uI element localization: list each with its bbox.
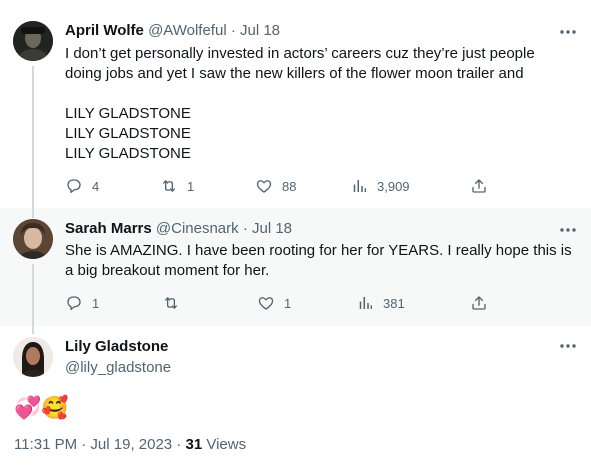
views-icon (356, 294, 374, 312)
like-icon (257, 294, 275, 312)
tweet-metadata: 11:31 PM · Jul 19, 2023 · 31 Views (14, 436, 246, 453)
reply-icon (65, 294, 83, 312)
text-line: She is AMAZING. I have been rooting for … (65, 242, 572, 259)
tweet-date[interactable]: Jul 18 (252, 220, 292, 237)
text-line: LILY GLADSTONE (65, 145, 191, 162)
separator: · (226, 22, 240, 39)
like-count: 1 (284, 295, 292, 311)
retweet-count: 1 (187, 178, 195, 194)
views-total: 31 (185, 436, 203, 453)
action-bar: 1 1 381 (65, 293, 505, 313)
text-line: a big breakout moment for her. (65, 262, 270, 279)
text-line: LILY GLADSTONE (65, 125, 191, 142)
author-name[interactable]: Lily Gladstone (65, 338, 168, 355)
avatar[interactable] (13, 337, 53, 377)
author-handle[interactable]: @Cinesnark (156, 220, 239, 237)
tweet-text: She is AMAZING. I have been rooting for … (65, 241, 575, 281)
reply-icon (65, 177, 83, 195)
like-button[interactable]: 88 (255, 176, 296, 196)
text-line (65, 84, 575, 104)
views-count: 3,909 (377, 178, 410, 194)
reply-count: 4 (92, 178, 100, 194)
text-line: doing jobs and yet I saw the new killers… (65, 65, 524, 82)
tweet-sarah-marrs[interactable]: Sarah Marrs @Cinesnark · Jul 18 She is A… (0, 208, 591, 326)
share-button[interactable] (470, 293, 488, 313)
views-button[interactable]: 3,909 (350, 176, 410, 196)
tweet-header: Sarah Marrs @Cinesnark · Jul 18 (65, 220, 292, 237)
views-count: 381 (383, 295, 405, 311)
tweet-emoji-text: 💞🥰 (14, 395, 69, 420)
reply-count: 1 (92, 295, 100, 311)
text-line: LILY GLADSTONE (65, 105, 191, 122)
author-name[interactable]: Sarah Marrs (65, 220, 152, 237)
thread-line (32, 326, 34, 334)
like-icon (255, 177, 273, 195)
more-icon[interactable] (559, 343, 577, 349)
thread-line (32, 208, 34, 218)
like-count: 88 (282, 178, 297, 194)
avatar-photo (13, 21, 53, 61)
avatar[interactable] (13, 21, 53, 61)
tweet-april-wolfe[interactable]: April Wolfe @AWolfeful · Jul 18 I don’t … (0, 0, 591, 208)
share-icon (470, 294, 488, 312)
tweet-lily-gladstone[interactable]: Lily Gladstone @lily_gladstone 💞🥰 11:31 … (0, 326, 591, 466)
tweet-date[interactable]: Jul 18 (240, 22, 280, 39)
retweet-button[interactable]: 1 (160, 176, 194, 196)
like-button[interactable]: 1 (257, 293, 291, 313)
separator: · (172, 436, 186, 453)
avatar-photo (13, 337, 53, 377)
author-handle[interactable]: @AWolfeful (148, 22, 227, 39)
retweet-button[interactable] (162, 293, 189, 313)
tweet-timestamp[interactable]: 11:31 PM · Jul 19, 2023 (14, 436, 172, 453)
avatar[interactable] (13, 219, 53, 259)
more-icon[interactable] (559, 227, 577, 233)
reply-button[interactable]: 4 (65, 176, 99, 196)
tweet-header: April Wolfe @AWolfeful · Jul 18 (65, 22, 280, 39)
separator: · (238, 220, 252, 237)
text-line: I don’t get personally invested in actor… (65, 45, 535, 62)
views-icon (350, 177, 368, 195)
reply-button[interactable]: 1 (65, 293, 99, 313)
retweet-icon (160, 177, 178, 195)
more-icon[interactable] (559, 29, 577, 35)
retweet-icon (162, 294, 180, 312)
author-name[interactable]: April Wolfe (65, 22, 144, 39)
views-label: Views (202, 436, 247, 453)
author-handle[interactable]: @lily_gladstone (65, 359, 171, 376)
share-button[interactable] (470, 176, 488, 196)
views-button[interactable]: 381 (356, 293, 405, 313)
avatar-photo (13, 219, 53, 259)
thread-line (32, 66, 34, 208)
action-bar: 4 1 88 3,909 (65, 176, 505, 196)
tweet-text: I don’t get personally invested in actor… (65, 44, 575, 164)
thread-line (32, 264, 34, 326)
share-icon (470, 177, 488, 195)
